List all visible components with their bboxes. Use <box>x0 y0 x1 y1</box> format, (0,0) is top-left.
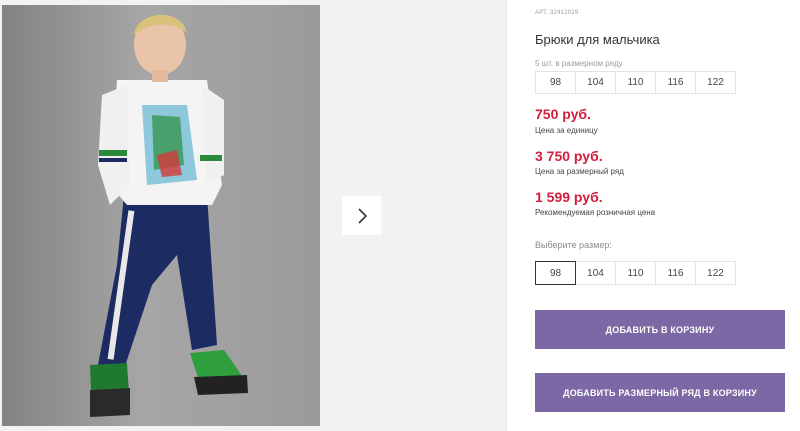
size-option-98[interactable]: 98 <box>535 261 576 285</box>
product-gallery <box>0 0 506 431</box>
product-title: Брюки для мальчика <box>535 32 660 47</box>
size-option-104[interactable]: 104 <box>575 261 616 285</box>
size-row-item: 104 <box>575 71 616 94</box>
add-to-cart-button[interactable]: ДОБАВИТЬ В КОРЗИНУ <box>535 310 785 349</box>
size-row-price-label: Цена за размерный ряд <box>535 167 624 176</box>
size-row-item: 122 <box>695 71 736 94</box>
chevron-right-icon <box>357 207 367 224</box>
gallery-next-button[interactable] <box>342 196 381 235</box>
size-row-list: 98 104 110 116 122 <box>535 71 736 94</box>
unit-price: 750 руб. <box>535 106 591 122</box>
boy-model-illustration <box>90 14 248 417</box>
size-row-item: 110 <box>615 71 656 94</box>
unit-price-label: Цена за единицу <box>535 126 598 135</box>
article-number: АРТ. 32412019 <box>535 10 579 16</box>
divider <box>506 0 507 431</box>
choose-size-label: Выберите размер: <box>535 240 612 250</box>
size-row-price: 3 750 руб. <box>535 148 603 164</box>
size-row-note: 5 шт. в размерном ряду <box>535 59 623 68</box>
size-selector: 98 104 110 116 122 <box>535 261 736 285</box>
size-option-110[interactable]: 110 <box>615 261 656 285</box>
product-photo <box>2 5 320 426</box>
size-row-item: 98 <box>535 71 576 94</box>
add-size-row-to-cart-button[interactable]: ДОБАВИТЬ РАЗМЕРНЫЙ РЯД В КОРЗИНУ <box>535 373 785 412</box>
size-option-116[interactable]: 116 <box>655 261 696 285</box>
size-option-122[interactable]: 122 <box>695 261 736 285</box>
retail-price-label: Рекомендуемая розничная цена <box>535 208 656 217</box>
retail-price: 1 599 руб. <box>535 189 603 205</box>
size-row-item: 116 <box>655 71 696 94</box>
